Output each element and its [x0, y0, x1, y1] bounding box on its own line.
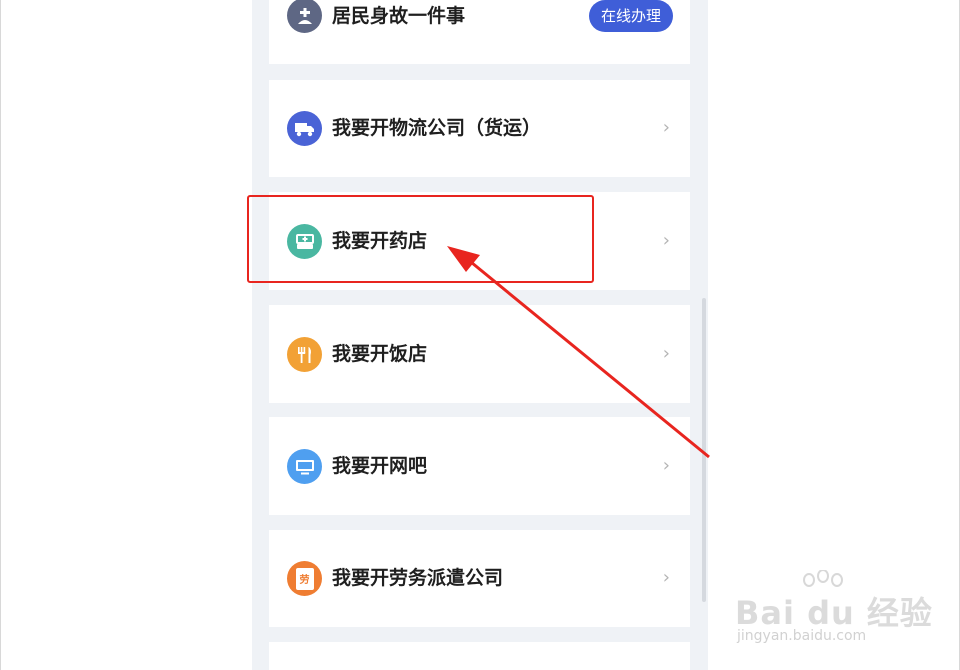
watermark-url: jingyan.baidu.com — [737, 628, 867, 644]
baidu-jingyan-watermark: Bai du 经验 jingyan.baidu.com — [735, 570, 955, 650]
